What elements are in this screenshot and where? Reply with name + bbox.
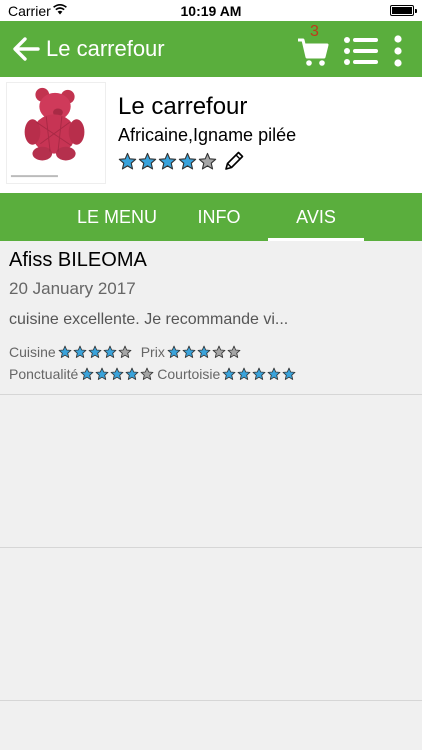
list-divider <box>0 394 422 395</box>
star-filled-icon <box>80 367 94 380</box>
criterion-stars-prix <box>167 345 242 359</box>
criterion-stars-ponctualite <box>80 367 155 381</box>
star-empty-icon <box>118 345 132 358</box>
criterion-label-prix: Prix <box>140 344 165 360</box>
list-divider <box>0 547 422 548</box>
star-filled-icon <box>167 345 181 358</box>
restaurant-rating <box>118 150 246 172</box>
review-date: 20 January 2017 <box>9 279 136 298</box>
star-filled-icon <box>178 152 197 169</box>
star-filled-icon <box>267 367 281 380</box>
star-empty-icon <box>227 345 241 358</box>
star-filled-icon <box>118 152 137 169</box>
restaurant-name: Le carrefour <box>118 93 248 120</box>
tab-bar: LE MENU INFO AVIS <box>0 193 422 241</box>
pencil-icon[interactable] <box>222 149 246 173</box>
reviewer-name: Afiss BILEOMA <box>9 249 147 271</box>
criteria-row: Ponctualité Courtoisie <box>9 366 297 382</box>
page-title: Le carrefour <box>46 36 165 61</box>
star-empty-icon <box>140 367 154 380</box>
star-empty-icon <box>198 152 217 169</box>
tab-avis[interactable]: AVIS <box>268 193 364 241</box>
star-filled-icon <box>252 367 266 380</box>
star-rating <box>118 152 218 171</box>
criterion-label-ponctualite: Ponctualité <box>9 366 79 382</box>
criterion-stars-cuisine <box>58 345 133 359</box>
restaurant-image <box>6 82 106 184</box>
star-filled-icon <box>237 367 251 380</box>
star-filled-icon <box>95 367 109 380</box>
review-text: cuisine excellente. Je recommande vi... <box>9 311 289 328</box>
tab-le-menu[interactable]: LE MENU <box>72 193 162 241</box>
tab-info[interactable]: INFO <box>185 193 253 241</box>
cart-icon[interactable] <box>296 35 330 69</box>
criterion-label-courtoisie: Courtoisie <box>157 366 221 382</box>
clock: 10:19 AM <box>180 3 242 19</box>
star-empty-icon <box>212 345 226 358</box>
star-filled-icon <box>182 345 196 358</box>
star-filled-icon <box>158 152 177 169</box>
list-icon[interactable] <box>343 35 379 67</box>
review-item[interactable]: Afiss BILEOMA 20 January 2017 cuisine ex… <box>0 241 422 395</box>
star-filled-icon <box>222 367 236 380</box>
restaurant-header: Le carrefour Africaine,Igname pilée <box>0 77 422 193</box>
status-bar: Carrier 10:19 AM <box>0 0 422 21</box>
more-vertical-icon[interactable] <box>390 34 406 68</box>
restaurant-cuisine: Africaine,Igname pilée <box>118 125 297 145</box>
criterion-label-cuisine: Cuisine <box>9 344 56 360</box>
star-filled-icon <box>73 345 87 358</box>
star-filled-icon <box>197 345 211 358</box>
star-filled-icon <box>138 152 157 169</box>
list-divider <box>0 700 422 701</box>
back-arrow-icon[interactable] <box>10 33 42 65</box>
star-filled-icon <box>103 345 117 358</box>
star-filled-icon <box>125 367 139 380</box>
star-filled-icon <box>282 367 296 380</box>
star-filled-icon <box>58 345 72 358</box>
criteria-row: Cuisine Prix <box>9 344 242 360</box>
battery-icon <box>390 5 417 16</box>
criterion-stars-courtoisie <box>222 367 297 381</box>
navigation-bar: Le carrefour 3 <box>0 21 422 77</box>
star-filled-icon <box>110 367 124 380</box>
star-filled-icon <box>88 345 102 358</box>
